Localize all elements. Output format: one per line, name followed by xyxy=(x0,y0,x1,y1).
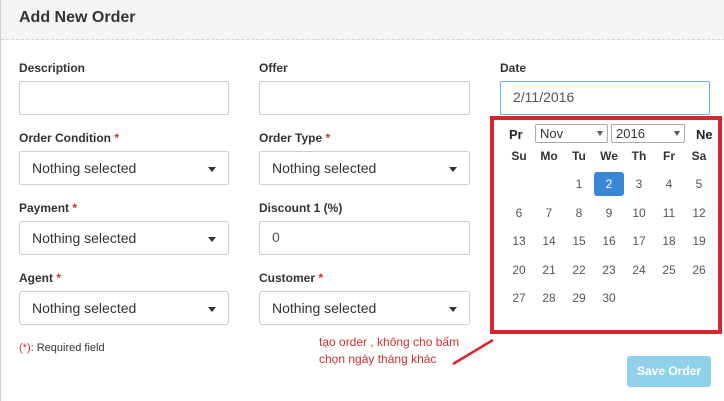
offer-input[interactable] xyxy=(259,81,470,115)
required-marker: * xyxy=(318,271,324,285)
required-marker: * xyxy=(114,131,120,145)
agent-label: Agent * xyxy=(19,271,62,285)
discount-input[interactable]: 0 xyxy=(259,221,470,255)
annotation-note: tạo order , không cho bấm chọn ngày thán… xyxy=(319,335,460,366)
order-condition-label: Order Condition * xyxy=(19,131,120,145)
agent-select[interactable]: Nothing selected xyxy=(19,291,229,325)
payment-select[interactable]: Nothing selected xyxy=(19,221,229,255)
order-type-label: Order Type * xyxy=(259,131,331,145)
caret-down-icon xyxy=(449,167,457,172)
caret-down-icon xyxy=(208,237,216,242)
order-type-select[interactable]: Nothing selected xyxy=(259,151,470,185)
caret-down-icon xyxy=(449,307,457,312)
customer-value: Nothing selected xyxy=(272,300,377,316)
customer-label: Customer * xyxy=(259,271,324,285)
order-condition-value: Nothing selected xyxy=(32,160,137,176)
save-order-button[interactable]: Save Order xyxy=(627,356,711,387)
required-marker: * xyxy=(56,271,62,285)
modal-title: Add New Order xyxy=(19,9,136,26)
annotation-highlight-box xyxy=(490,116,722,334)
date-label: Date xyxy=(500,61,527,75)
caret-down-icon xyxy=(208,167,216,172)
customer-select[interactable]: Nothing selected xyxy=(259,291,470,325)
add-order-modal: Add New Order Description Offer Date 2/1… xyxy=(0,0,724,401)
discount-label: Discount 1 (%) xyxy=(259,201,343,215)
offer-label: Offer xyxy=(259,61,288,75)
order-type-value: Nothing selected xyxy=(272,160,377,176)
required-marker: * xyxy=(72,201,78,215)
payment-label: Payment * xyxy=(19,201,78,215)
payment-value: Nothing selected xyxy=(32,230,137,246)
date-input[interactable]: 2/11/2016 xyxy=(500,81,710,115)
modal-header: Add New Order xyxy=(1,0,724,40)
required-marker: * xyxy=(325,131,331,145)
description-label: Description xyxy=(19,61,86,75)
order-condition-select[interactable]: Nothing selected xyxy=(19,151,229,185)
required-footnote: (*): Required field xyxy=(19,342,105,354)
caret-down-icon xyxy=(208,307,216,312)
agent-value: Nothing selected xyxy=(32,300,137,316)
description-input[interactable] xyxy=(19,81,229,115)
